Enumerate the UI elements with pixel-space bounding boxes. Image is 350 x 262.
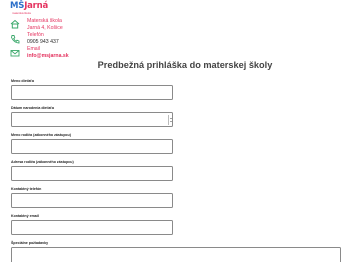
email-field-label: Kontaktný email (11, 214, 39, 218)
parent-address-input[interactable] (11, 166, 173, 181)
contact-school: Materská škola Jarná 4, Košice (10, 18, 170, 32)
parent-name-label: Meno rodiča (zákonného zástupcu) (11, 133, 71, 137)
email-address[interactable]: info@msjarna.sk (27, 53, 69, 59)
home-icon (10, 19, 20, 29)
page-title: Predbežná prihláška do materskej školy (97, 60, 273, 70)
phone-icon (11, 35, 20, 44)
phone-label: Telefón (27, 32, 44, 38)
parent-name-input[interactable] (11, 139, 173, 154)
phone-input[interactable] (11, 193, 173, 208)
special-needs-textarea[interactable] (11, 247, 341, 262)
phone-field-label: Kontaktný telefón (11, 187, 42, 191)
child-name-input[interactable] (11, 85, 173, 100)
logo[interactable]: MŠJarná materská škola (10, 2, 70, 18)
school-name: Materská škola (27, 18, 62, 24)
contact-phone: Telefón 0905 943 437 (10, 32, 170, 46)
birth-date-select[interactable] (11, 112, 173, 127)
header: MŠJarná materská škola Materská škola Ja… (10, 2, 170, 66)
logo-jarna: Jarná (24, 1, 49, 11)
email-input[interactable] (11, 220, 173, 235)
special-needs-label: Špeciálne požiadavky (11, 241, 49, 245)
school-address: Jarná 4, Košice (27, 24, 63, 31)
parent-address-label: Adresa rodiča (zákonného zástupcu) (11, 160, 74, 164)
envelope-icon (10, 50, 20, 57)
logo-text: MŠJarná (10, 2, 48, 11)
email-label: Email (27, 46, 40, 52)
logo-tagline: materská škola (12, 11, 31, 15)
contact-email: Email info@msjarna.sk (10, 46, 170, 60)
select-arrows-icon[interactable] (168, 115, 172, 125)
birth-date-label: Dátum narodenia dieťaťa (11, 106, 54, 110)
child-name-label: Meno dieťaťa (11, 79, 35, 83)
logo-ms: MŠ (10, 1, 25, 11)
phone-number[interactable]: 0905 943 437 (27, 39, 59, 45)
